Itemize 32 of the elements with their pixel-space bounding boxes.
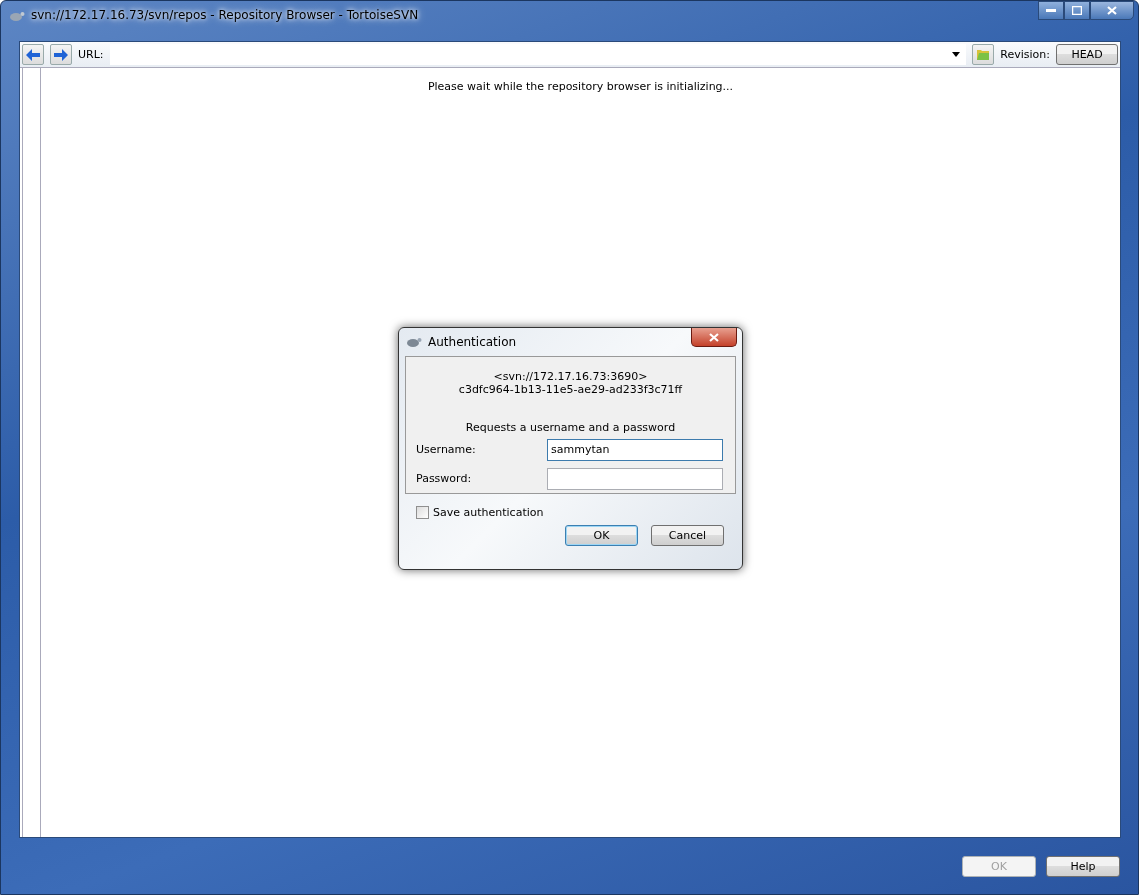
forward-button[interactable]	[50, 44, 72, 65]
input-field[interactable]	[547, 467, 723, 490]
close-button[interactable]	[1090, 1, 1134, 20]
field-label: Password:	[416, 472, 473, 485]
dialog-title: Authentication	[428, 335, 517, 349]
field-label: Username:	[416, 443, 477, 456]
dialog-button[interactable]: Help	[1046, 855, 1120, 877]
dropdown-arrow-icon	[952, 52, 961, 57]
input-field[interactable]: sammytan	[547, 438, 723, 461]
uuid-text: c3dfc964-1b13-11e5-ae29-ad233f3c71ff	[458, 383, 683, 396]
prompt-text: Requests a username and a password	[465, 421, 676, 434]
revision-label: Revision:	[1000, 48, 1050, 61]
checkbox[interactable]	[416, 506, 429, 519]
close-icon	[709, 332, 719, 342]
minimize-icon	[1046, 8, 1056, 13]
minimize-button[interactable]	[1038, 1, 1064, 20]
status-message: Please wait while the repository browser is initializing...	[427, 80, 734, 93]
dialog-button[interactable]: Cancel	[651, 525, 724, 546]
url-label: URL:	[78, 48, 104, 61]
close-button[interactable]	[691, 328, 737, 347]
dialog-button[interactable]: OK	[565, 525, 638, 546]
realm-text: <svn://172.17.16.73:3690>	[493, 370, 648, 383]
left-arrow-icon	[26, 48, 40, 61]
right-arrow-icon	[54, 48, 68, 61]
folder-icon	[976, 48, 991, 61]
window-title: svn://172.17.16.73/svn/repos - Repository Browser - TortoiseSVN	[31, 8, 419, 22]
revision-button[interactable]: HEAD	[1056, 44, 1118, 65]
checkbox-label: Save authentication	[433, 506, 544, 519]
maximize-button[interactable]	[1064, 1, 1090, 20]
maximize-icon	[1072, 6, 1082, 15]
close-icon	[1107, 6, 1117, 15]
back-button[interactable]	[22, 44, 44, 65]
